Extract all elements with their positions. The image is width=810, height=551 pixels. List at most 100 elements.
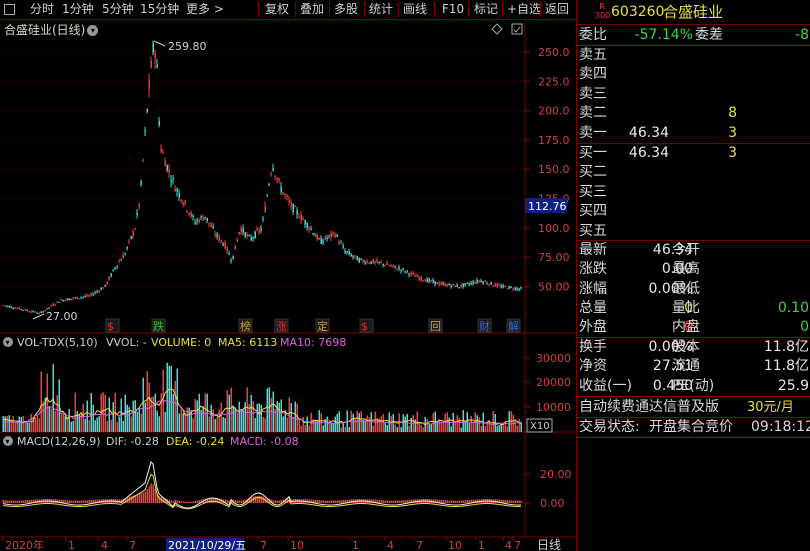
volume-bar (414, 419, 416, 432)
volume-bar (298, 419, 300, 432)
volume-bar (458, 417, 460, 432)
volume-bar (390, 416, 392, 432)
macd-axis-tick-label: 20.00 (540, 468, 572, 481)
volume-bar (352, 413, 354, 432)
macd-histogram-bar (318, 500, 320, 503)
macd-histogram-bar (196, 500, 198, 503)
volume-bar (432, 413, 434, 432)
candle-body (204, 216, 206, 218)
volume-bar (194, 398, 196, 432)
kline-chart[interactable]: 250.0225.0200.0175.0150.0125.0100.075.00… (0, 0, 576, 551)
candle-body (50, 305, 52, 307)
macd-histogram-bar (388, 500, 390, 503)
candle-body (420, 276, 422, 280)
y-axis-tick-label: 175.0 (538, 134, 570, 147)
candle-body (402, 268, 404, 270)
macd-histogram-bar (396, 500, 398, 503)
candle-body (52, 304, 54, 306)
diamond-icon[interactable] (491, 23, 503, 35)
volume-bar (30, 414, 32, 432)
candle-body (232, 255, 234, 260)
volume-bar (88, 420, 90, 432)
order-price: 46.34 (628, 124, 669, 141)
macd-histogram-bar (322, 500, 324, 503)
order-level-label: 买三 (579, 183, 607, 200)
volume-bar (372, 425, 374, 432)
volume-bar (2, 416, 4, 432)
candle-body (226, 247, 228, 252)
candle-body (340, 242, 342, 244)
volume-bar (472, 422, 474, 432)
candle-body (178, 192, 180, 198)
volume-bar (54, 410, 56, 432)
macd-histogram-bar (518, 500, 520, 503)
x-axis-tick-label: 4 (387, 539, 394, 551)
candle-body (510, 286, 512, 288)
stat-label: 涨幅 (579, 280, 607, 297)
volume-bar (306, 416, 308, 432)
promo-price[interactable]: 30元/月 (747, 398, 794, 417)
volume-bar (14, 423, 16, 432)
candle-body (476, 279, 478, 283)
volume-bar (106, 421, 108, 432)
candle-body (444, 283, 446, 287)
candle-body (34, 311, 36, 313)
y-axis-tick-label: 75.00 (538, 251, 570, 264)
candle-body (30, 311, 32, 313)
candle-body (390, 265, 392, 267)
candle-body (314, 235, 316, 237)
volume-bar (156, 410, 158, 432)
candle-body (160, 148, 162, 152)
volume-bar (294, 401, 296, 432)
volume-bar (510, 411, 512, 432)
macd-histogram-bar (458, 500, 460, 503)
candle-body (142, 159, 144, 161)
promo-text[interactable]: 自动续费通达信普及版 (579, 398, 719, 417)
candle-body (90, 293, 92, 296)
macd-histogram-bar (150, 483, 152, 503)
macd-histogram-bar (118, 499, 120, 503)
macd-histogram-bar (2, 500, 4, 503)
volume-bar (280, 399, 282, 432)
volume-bar (172, 393, 174, 432)
macd-histogram-bar (314, 499, 316, 503)
candle-body (208, 222, 210, 224)
candle-body (70, 298, 72, 300)
settings-icon[interactable] (511, 23, 523, 35)
volume-bar (144, 402, 146, 432)
candle-body (350, 254, 352, 257)
current-price-marker: 112.76 (525, 198, 567, 213)
candle-body (370, 261, 372, 264)
candle-body (414, 275, 416, 277)
volume-bar (380, 416, 382, 432)
candle-body (10, 306, 12, 308)
stat-row: 外盘 0 内盘 0 (577, 318, 810, 337)
candle-body (422, 280, 424, 282)
candle-body (148, 80, 150, 90)
volume-bar (480, 425, 482, 432)
candle-body (258, 229, 260, 232)
candle-body (158, 120, 160, 125)
volume-bar (366, 415, 368, 432)
order-level-label: 买一 (579, 145, 607, 161)
candle-body (504, 286, 506, 288)
candle-body (348, 251, 350, 255)
candle-body (190, 212, 192, 217)
stat-label: 最低 (672, 280, 700, 297)
candle-body (216, 233, 218, 237)
volume-bar (158, 416, 160, 432)
promo-row[interactable]: 自动续费通达信普及版 30元/月 (577, 398, 810, 417)
macd-histogram-bar (136, 494, 138, 503)
macd-histogram-bar (512, 500, 514, 503)
volume-bar (436, 421, 438, 432)
candle-body (442, 283, 444, 285)
volume-bar (282, 416, 284, 432)
candle-body (482, 281, 484, 284)
candle-body (310, 228, 312, 230)
volume-bar (358, 413, 360, 432)
volume-bar (304, 424, 306, 432)
candle-body (306, 223, 308, 228)
volume-bar (170, 365, 172, 432)
candle-body (126, 247, 128, 249)
macd-histogram-bar (8, 500, 10, 503)
